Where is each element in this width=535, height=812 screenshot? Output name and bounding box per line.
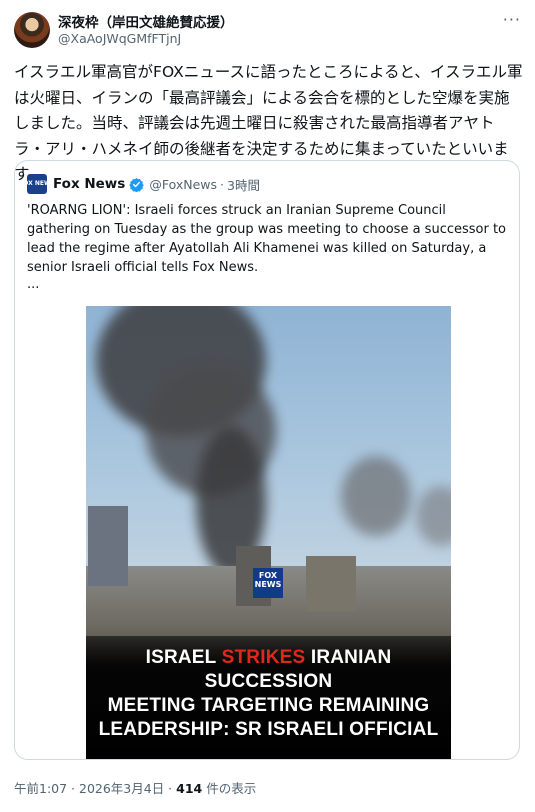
- image-headline: ISRAEL STRIKES IRANIAN SUCCESSION MEETIN…: [86, 646, 451, 742]
- separator-dot: ·: [220, 176, 224, 192]
- quoted-author-handle[interactable]: @FoxNews: [149, 177, 217, 192]
- building: [306, 556, 356, 611]
- fox-news-avatar[interactable]: FOX NEWS: [19, 174, 55, 194]
- headline-line3: LEADERSHIP: SR ISRAELI OFFICIAL: [98, 719, 439, 740]
- headline-line1-a: ISRAEL: [145, 647, 222, 668]
- post-metadata: 午前1:07 · 2026年3月4日 · 414 件の表示: [14, 778, 256, 797]
- more-options-icon[interactable]: ···: [503, 10, 521, 29]
- post-timestamp[interactable]: 午前1:07 · 2026年3月4日 ·: [14, 781, 176, 796]
- views-label: 件の表示: [202, 781, 257, 796]
- view-count: 414: [176, 781, 203, 796]
- quoted-author-name[interactable]: Fox News: [53, 176, 125, 192]
- quoted-post-image[interactable]: FOX NEWS ISRAEL STRIKES IRANIAN SUCCESSI…: [86, 306, 451, 759]
- quoted-post[interactable]: FOX NEWS Fox News @FoxNews · 3時間 'ROARNG…: [14, 160, 520, 760]
- building: [88, 506, 128, 586]
- fox-news-image-logo: FOX NEWS: [253, 568, 283, 598]
- author-name[interactable]: 深夜枠（岸田文雄絶賛応援）: [58, 11, 234, 31]
- avatar[interactable]: [14, 12, 50, 48]
- author-handle[interactable]: @XaAoJWqGMfFTjnJ: [58, 31, 181, 46]
- headline-red-word: STRIKES: [221, 647, 306, 668]
- quoted-post-time[interactable]: 3時間: [227, 175, 260, 194]
- smoke-plume: [341, 456, 411, 536]
- headline-line2: MEETING TARGETING REMAINING: [107, 695, 430, 716]
- verified-badge-icon: [129, 177, 145, 192]
- quoted-post-header: FOX NEWS Fox News @FoxNews · 3時間: [19, 173, 260, 195]
- quoted-post-ellipsis: ...: [27, 277, 40, 292]
- quoted-post-text: 'ROARNG LION': Israeli forces struck an …: [27, 203, 507, 275]
